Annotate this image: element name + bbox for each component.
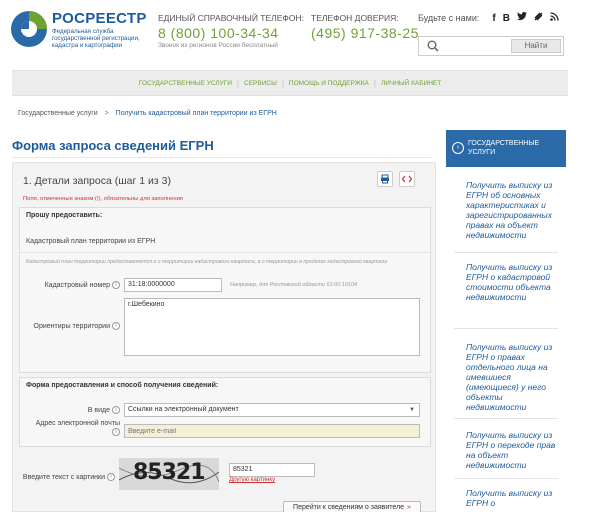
captcha-image: 85321 [119,458,219,490]
social-label: Будьте с нами: [418,13,480,23]
next-step-button[interactable]: Перейти к сведениям о заявителе» [283,501,421,512]
cadastral-number-hint: Например, для Ростовской области 61:00:1… [230,282,358,288]
logo-subtitle: Федеральная служба государственной регис… [52,28,140,49]
help-icon[interactable]: i [112,322,120,330]
page-title: Форма запроса сведений ЕГРН [12,138,214,153]
captcha-label: Введите текст с картинки i [19,473,115,481]
main-nav: ГОСУДАРСТВЕННЫЕ УСЛУГИ | СЕРВИСЫ | ПОМОЩ… [12,70,568,96]
delivery-type-value: Ссылки на электронный документ [128,406,239,413]
title-divider [12,157,432,158]
trust-phone-number[interactable]: (495) 917-38-25 [311,25,419,41]
help-icon[interactable]: i [107,473,115,481]
step-title: 1. Детали запроса (шаг 1 из 3) [23,175,171,187]
unified-phone-note: Звонок из регионов России бесплатный [158,42,278,49]
sidebar-divider [454,418,558,419]
delivery-section: Форма предоставления и способ получения … [19,377,431,447]
landmarks-textarea[interactable]: г.Шебекино [124,298,420,356]
cadastral-number-label-text: Кадастровый номер [44,281,110,289]
captcha-text: 85321 [133,460,206,485]
landmarks-label: Ориентиры территории i [30,322,120,330]
nav-item-personal-account[interactable]: ЛИЧНЫЙ КАБИНЕТ [381,80,441,87]
email-input[interactable] [124,424,420,438]
search-box: Найти [418,36,564,56]
request-section-title: Прошу предоставить: [26,212,103,219]
trust-phone-label: ТЕЛЕФОН ДОВЕРИЯ: [311,13,399,23]
sidebar-link-extract[interactable]: Получить выписку из ЕГРН о [466,488,562,508]
nav-separator: | [373,78,376,88]
rss-icon[interactable] [550,12,559,24]
help-icon[interactable]: i [112,281,120,289]
print-icon [381,174,389,184]
facebook-icon[interactable]: f [492,13,495,24]
chevron-left-icon: ‹ [452,142,464,154]
print-button[interactable] [377,171,393,187]
delivery-type-select[interactable]: Ссылки на электронный документ ▼ [124,403,420,417]
request-form: 1. Детали запроса (шаг 1 из 3) Поля, отм… [12,162,436,512]
code-icon [401,175,413,183]
captcha-label-text: Введите текст с картинки [22,473,105,481]
rosreestr-logo-icon[interactable] [10,10,48,48]
breadcrumb-separator: > [104,110,109,117]
search-icon [427,40,439,52]
unified-phone-number[interactable]: 8 (800) 100-34-34 [158,25,304,41]
sidebar-link-basic-extract[interactable]: Получить выписку из ЕГРН об основных хар… [466,180,562,240]
sidebar-heading-label: ГОСУДАРСТВЕННЫЕ УСЛУГИ [468,140,540,156]
search-button[interactable]: Найти [511,39,561,53]
sidebar-link-rights-transfer[interactable]: Получить выписку из ЕГРН о переходе прав… [466,430,562,470]
service-description: Кадастровый план территории предоставляе… [26,259,388,265]
sidebar-heading[interactable]: ‹ ГОСУДАРСТВЕННЫЕ УСЛУГИ [446,130,566,167]
unified-phone-block: ЕДИНЫЙ СПРАВОЧНЫЙ ТЕЛЕФОН: 8 (800) 100-3… [158,13,304,49]
sidebar-divider [454,478,558,479]
delivery-type-label: В виде i [30,406,120,414]
search-input[interactable] [445,39,509,53]
nav-separator: | [236,78,239,88]
unified-phone-label: ЕДИНЫЙ СПРАВОЧНЫЙ ТЕЛЕФОН: [158,13,304,23]
services-sidebar: ‹ ГОСУДАРСТВЕННЫЕ УСЛУГИ Получить выписк… [446,130,566,512]
nav-separator: | [281,78,284,88]
help-icon[interactable]: i [112,406,120,414]
trust-phone-block: ТЕЛЕФОН ДОВЕРИЯ: (495) 917-38-25 [311,13,419,41]
double-arrow-right-icon: » [407,504,411,511]
twitter-icon[interactable] [516,12,527,24]
sidebar-link-person-rights[interactable]: Получить выписку из ЕГРН о правах отдель… [466,342,562,412]
breadcrumb: Государственные услуги > Получить кадаст… [18,110,277,117]
delivery-type-label-text: В виде [87,406,110,414]
instagram-icon[interactable] [534,12,543,24]
delivery-section-title: Форма предоставления и способ получения … [26,382,219,389]
email-label-text: Адрес электронной почты [35,420,120,427]
section-divider [20,252,430,253]
required-note: Поля, отмеченные знаком (!), обязательны… [23,196,183,202]
sidebar-divider [454,252,558,253]
cadastral-number-label: Кадастровый номер i [30,281,120,289]
next-step-label: Перейти к сведениям о заявителе [293,504,405,511]
other-captcha-link[interactable]: Другую картинку [229,477,275,483]
code-button[interactable] [399,171,415,187]
chevron-down-icon: ▼ [409,407,415,413]
landmarks-label-text: Ориентиры территории [33,322,110,330]
sidebar-divider [454,328,558,329]
nav-item-help[interactable]: ПОМОЩЬ И ПОДДЕРЖКА [289,80,369,87]
request-section: Прошу предоставить: Кадастровый план тер… [19,207,431,373]
site-header: РОСРЕЕСТР Федеральная служба государстве… [0,0,589,62]
selected-service: Кадастровый план территории из ЕГРН [26,238,156,245]
vk-icon[interactable]: B [503,13,510,24]
nav-item-services[interactable]: СЕРВИСЫ [244,80,277,87]
logo-name[interactable]: РОСРЕЕСТР [52,10,147,27]
breadcrumb-root[interactable]: Государственные услуги [18,110,98,117]
social-links: Будьте с нами: f B [418,12,559,24]
nav-item-gov-services[interactable]: ГОСУДАРСТВЕННЫЕ УСЛУГИ [139,80,232,87]
breadcrumb-current[interactable]: Получить кадастровый план территории из … [116,110,277,117]
sidebar-link-cadastral-value[interactable]: Получить выписку из ЕГРН о кадастровой с… [466,262,562,302]
captcha-input[interactable]: 85321 [229,463,315,477]
help-icon[interactable]: i [112,428,120,436]
email-label: Адрес электронной почтыi [30,420,120,437]
cadastral-number-input[interactable]: 31:18:0000000 [124,278,222,292]
